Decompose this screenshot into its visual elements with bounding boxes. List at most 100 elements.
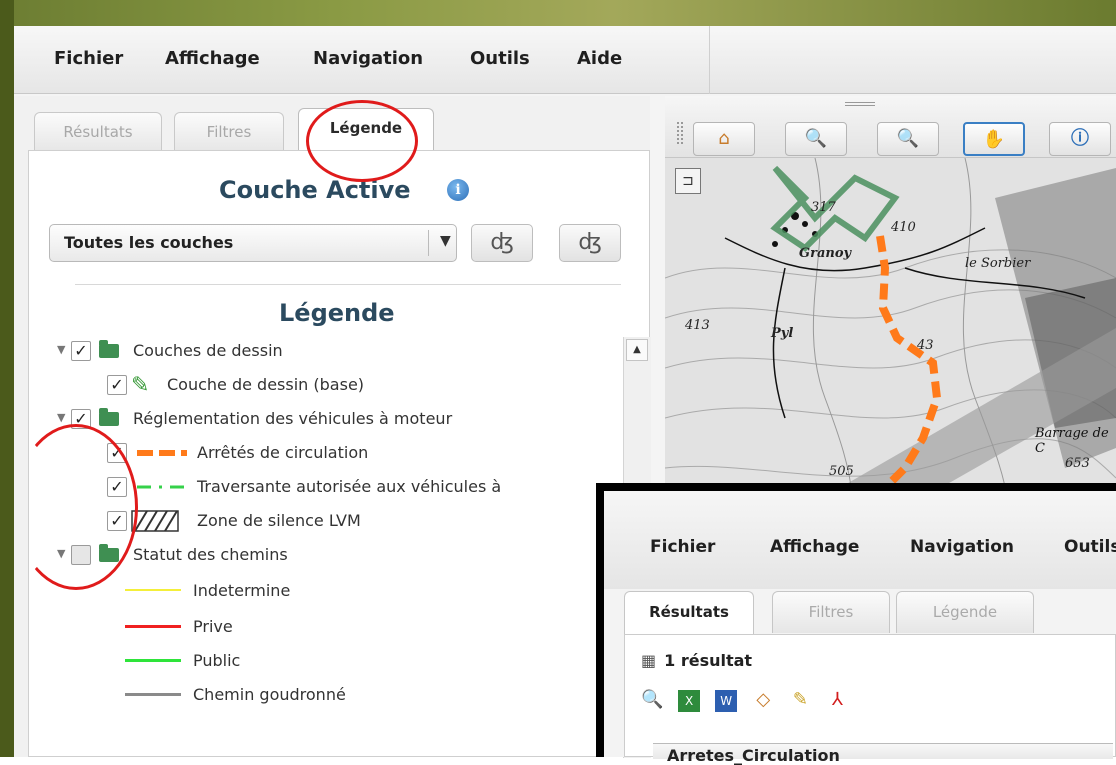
yellow-line-symbol [125, 589, 181, 591]
folder-icon [99, 408, 119, 426]
legend-item-label: Réglementation des véhicules à moteur [133, 409, 453, 428]
legend-item-label: Couche de dessin (base) [167, 375, 365, 394]
edit-note-icon[interactable]: ✎ [789, 689, 811, 711]
info-icon: ⓘ [1071, 128, 1089, 149]
inset-menu-navigation[interactable]: Navigation [910, 537, 1014, 557]
scroll-up-icon[interactable]: ▲ [626, 339, 648, 361]
info-icon[interactable]: i [447, 179, 469, 201]
layer-tool-button-1[interactable]: ʤ [471, 224, 533, 262]
left-edge-strip [0, 0, 14, 757]
legend-item-label: Chemin goudronné [193, 685, 346, 704]
layer-select[interactable]: Toutes les couches ▼ [49, 224, 457, 262]
menu-fichier[interactable]: Fichier [54, 48, 123, 69]
map-label: 410 [891, 220, 916, 235]
inset-screenshot: Fichier Affichage Navigation Outils Résu… [596, 483, 1116, 765]
legend-item-label: Couches de dessin [133, 341, 283, 360]
export-toolbar: 🔍 X W ◇ ✎ ⅄ [641, 689, 858, 712]
hand-icon: ✋ [982, 129, 1006, 150]
legend-group-row[interactable]: ▼ ✓ Réglementation des véhicules à moteu… [57, 405, 617, 435]
tab-filtres[interactable]: Filtres [174, 112, 284, 152]
legend-item-row[interactable]: ✓ Arrêtés de circulation [57, 439, 617, 469]
legend-item-label: Indetermine [193, 581, 291, 600]
legend-item-row[interactable]: ✓ Zone de silence LVM [57, 507, 617, 537]
map-label: 653 [1065, 456, 1090, 471]
layer-tool-button-2[interactable]: ʤ [559, 224, 621, 262]
layer-tool-icon: ʤ [490, 230, 514, 255]
legend-item-label: Traversante autorisée aux véhicules à [197, 477, 502, 496]
menu-navigation[interactable]: Navigation [313, 48, 423, 69]
word-icon[interactable]: W [715, 690, 738, 712]
inset-menu-affichage[interactable]: Affichage [770, 537, 859, 557]
zoom-out-button[interactable]: 🔍 [877, 122, 939, 156]
map-toolbar: ⌂ 🔍 🔍 ✋ ⓘ [665, 96, 1116, 158]
map-label: 317 [811, 200, 836, 215]
layer-select-value: Toutes les couches [64, 233, 234, 252]
result-count-text: 1 résultat [664, 651, 753, 670]
legend-item-row: Prive [57, 613, 617, 643]
inset-menu-fichier[interactable]: Fichier [650, 537, 715, 557]
annotation-circle-checkboxes [14, 424, 138, 590]
inset-tab-legende[interactable]: Légende [896, 591, 1034, 633]
menu-affichage[interactable]: Affichage [165, 48, 260, 69]
hatched-zone-symbol [131, 510, 179, 532]
result-count: ▦ 1 résultat [641, 651, 752, 670]
legend-group-row[interactable]: ▼ ✓ Couches de dessin [57, 337, 617, 367]
menu-bar: Fichier Affichage Navigation Outils Aide [14, 26, 1116, 94]
legend-title: Légende [279, 299, 395, 327]
legend-group-row[interactable]: ▼ Statut des chemins [57, 541, 617, 571]
inset-tab-resultats[interactable]: Résultats [624, 591, 754, 635]
map-label: 505 [829, 464, 854, 479]
map-label: 413 [685, 318, 710, 333]
legend-item-label: Zone de silence LVM [197, 511, 361, 530]
pdf-icon[interactable]: ⅄ [826, 689, 848, 711]
pan-button[interactable]: ✋ [963, 122, 1025, 156]
identify-button[interactable]: ⓘ [1049, 122, 1111, 156]
pencil-icon: ✎ [131, 373, 150, 398]
annotation-circle-legend-tab [306, 100, 418, 182]
legend-item-label: Statut des chemins [133, 545, 288, 564]
inset-results-panel: ▦ 1 résultat 🔍 X W ◇ ✎ ⅄ Arretes_Circulat… [624, 634, 1116, 765]
legend-item-row: Indetermine [57, 577, 617, 607]
divider [75, 284, 621, 285]
orange-dashed-line-symbol [137, 450, 187, 456]
map-label: Granoy [799, 246, 852, 261]
map-label: Barrage de C [1035, 426, 1109, 456]
zoom-in-button[interactable]: 🔍 [785, 122, 847, 156]
inset-menu-bar: Fichier Affichage Navigation Outils [604, 491, 1116, 589]
legend-item-label: Public [193, 651, 241, 670]
legend-item-label: Arrêtés de circulation [197, 443, 369, 462]
map-label: Pyl [771, 326, 794, 341]
green-dashed-line-symbol [137, 485, 187, 489]
menu-separator [709, 26, 710, 94]
excel-icon[interactable]: X [678, 690, 701, 712]
layer-checkbox[interactable]: ✓ [107, 375, 127, 395]
expand-arrow-icon[interactable]: ▼ [57, 411, 65, 424]
tab-resultats[interactable]: Résultats [34, 112, 162, 152]
menu-aide[interactable]: Aide [577, 48, 622, 69]
legend-item-row: Public [57, 647, 617, 677]
collapse-panel-icon: ⊐ [682, 173, 694, 189]
magnifier-icon[interactable]: 🔍 [641, 689, 663, 711]
chevron-down-icon[interactable]: ▼ [440, 233, 451, 249]
home-button[interactable]: ⌂ [693, 122, 755, 156]
layer-checkbox[interactable]: ✓ [71, 341, 91, 361]
legend-item-row[interactable]: ✓ Traversante autorisée aux véhicules à [57, 473, 617, 503]
legend-item-row[interactable]: ✓ ✎ Couche de dessin (base) [57, 371, 617, 401]
inset-menu-outils[interactable]: Outils [1064, 537, 1116, 557]
inset-tab-filtres[interactable]: Filtres [772, 591, 890, 633]
expand-arrow-icon[interactable]: ▼ [57, 343, 65, 356]
app-header-banner [0, 0, 1116, 26]
toolbar-grip[interactable] [677, 122, 683, 144]
results-icon: ▦ [641, 651, 657, 670]
map-label: 43 [917, 338, 934, 353]
zoom-out-icon: 🔍 [896, 128, 920, 149]
menu-outils[interactable]: Outils [470, 48, 530, 69]
left-panel: Résultats Filtres Légende Couche Active … [14, 96, 651, 758]
map-expand-toggle[interactable]: ⊐ [675, 168, 701, 194]
panel-resize-handle[interactable] [845, 102, 875, 106]
shape-icon[interactable]: ◇ [752, 689, 774, 711]
home-icon: ⌂ [718, 128, 730, 149]
select-divider [428, 230, 429, 256]
legend-item-label: Prive [193, 617, 233, 636]
active-layer-title: Couche Active [219, 176, 411, 204]
